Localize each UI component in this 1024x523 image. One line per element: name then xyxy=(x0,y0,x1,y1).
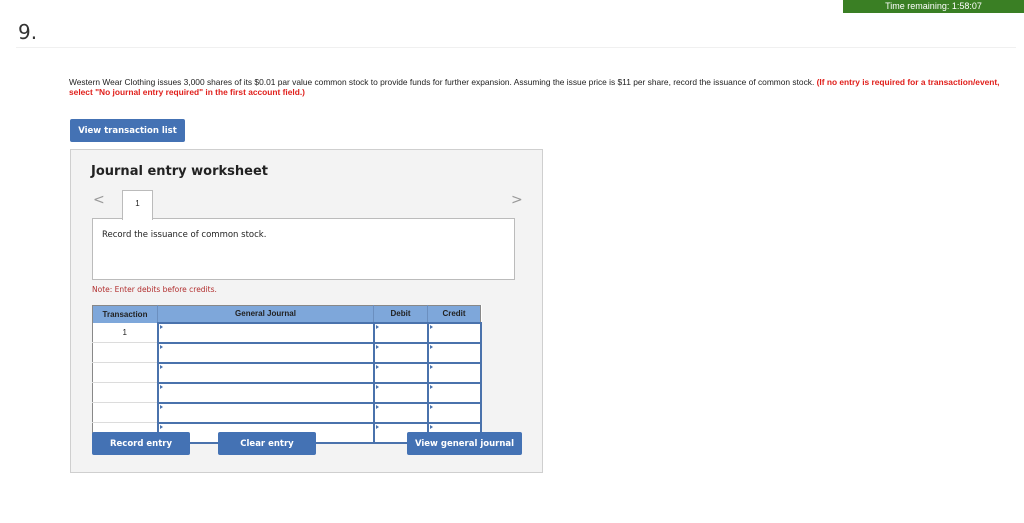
clear-entry-button[interactable]: Clear entry xyxy=(218,432,316,455)
debit-credit-note: Note: Enter debits before credits. xyxy=(92,285,217,294)
credit-field[interactable] xyxy=(426,361,482,384)
journal-entry-worksheet: Journal entry worksheet < > 1 Record the… xyxy=(70,149,543,473)
credit-input[interactable] xyxy=(428,384,480,403)
transaction-description: Record the issuance of common stock. xyxy=(102,230,267,240)
debit-field[interactable] xyxy=(372,401,429,424)
dropdown-marker-icon xyxy=(375,404,379,409)
credit-input[interactable] xyxy=(428,344,480,363)
table-row xyxy=(92,341,482,364)
transaction-cell xyxy=(92,342,158,363)
debit-field[interactable] xyxy=(372,381,429,404)
debit-field[interactable] xyxy=(372,361,429,384)
transaction-cell: 1 xyxy=(92,322,158,343)
debit-input[interactable] xyxy=(374,344,427,363)
credit-input[interactable] xyxy=(428,364,480,383)
time-remaining-badge: Time remaining: 1:58:07 xyxy=(843,0,1024,13)
dropdown-marker-icon xyxy=(429,424,433,429)
header-credit: Credit xyxy=(427,305,481,323)
credit-input[interactable] xyxy=(428,324,480,343)
credit-field[interactable] xyxy=(426,401,482,424)
table-row xyxy=(92,381,482,404)
dropdown-marker-icon xyxy=(159,364,163,369)
transaction-description-box: Record the issuance of common stock. xyxy=(92,218,515,280)
dropdown-marker-icon xyxy=(429,324,433,329)
table-row: 1 xyxy=(92,321,482,344)
prompt-text: Western Wear Clothing issues 3,000 share… xyxy=(69,77,817,87)
divider xyxy=(16,47,1016,48)
credit-field[interactable] xyxy=(426,381,482,404)
view-transaction-list-button[interactable]: View transaction list xyxy=(70,119,185,142)
dropdown-marker-icon xyxy=(375,324,379,329)
debit-input[interactable] xyxy=(374,384,427,403)
chevron-left-icon[interactable]: < xyxy=(93,192,105,208)
dropdown-marker-icon xyxy=(375,364,379,369)
dropdown-marker-icon xyxy=(159,384,163,389)
account-input[interactable] xyxy=(158,384,373,403)
table-row xyxy=(92,361,482,384)
account-field[interactable] xyxy=(156,341,375,364)
chevron-right-icon[interactable]: > xyxy=(511,192,523,208)
debit-input[interactable] xyxy=(374,364,427,383)
dropdown-marker-icon xyxy=(429,344,433,349)
debit-input[interactable] xyxy=(374,324,427,343)
dropdown-marker-icon xyxy=(159,344,163,349)
table-row xyxy=(92,401,482,424)
debit-field[interactable] xyxy=(372,341,429,364)
transaction-cell xyxy=(92,382,158,403)
account-field[interactable] xyxy=(156,321,375,344)
dropdown-marker-icon xyxy=(375,384,379,389)
dropdown-marker-icon xyxy=(159,404,163,409)
dropdown-marker-icon xyxy=(429,384,433,389)
worksheet-title: Journal entry worksheet xyxy=(91,164,268,179)
dropdown-marker-icon xyxy=(429,364,433,369)
header-debit: Debit xyxy=(373,305,428,323)
account-input[interactable] xyxy=(158,324,373,343)
tab-transaction-1[interactable]: 1 xyxy=(122,190,153,220)
header-transaction: Transaction xyxy=(92,305,158,323)
dropdown-marker-icon xyxy=(375,424,379,429)
dropdown-marker-icon xyxy=(429,404,433,409)
journal-table: Transaction General Journal Debit Credit… xyxy=(92,305,482,444)
account-field[interactable] xyxy=(156,401,375,424)
credit-field[interactable] xyxy=(426,341,482,364)
header-general-journal: General Journal xyxy=(157,305,374,323)
dropdown-marker-icon xyxy=(159,324,163,329)
dropdown-marker-icon xyxy=(159,424,163,429)
question-number: 9. xyxy=(18,20,38,44)
account-input[interactable] xyxy=(158,404,373,423)
credit-field[interactable] xyxy=(426,321,482,344)
transaction-cell xyxy=(92,402,158,423)
account-field[interactable] xyxy=(156,361,375,384)
table-header-row: Transaction General Journal Debit Credit xyxy=(92,305,481,323)
account-field[interactable] xyxy=(156,381,375,404)
dropdown-marker-icon xyxy=(375,344,379,349)
record-entry-button[interactable]: Record entry xyxy=(92,432,190,455)
account-input[interactable] xyxy=(158,344,373,363)
transaction-cell xyxy=(92,362,158,383)
debit-field[interactable] xyxy=(372,321,429,344)
account-input[interactable] xyxy=(158,364,373,383)
credit-input[interactable] xyxy=(428,404,480,423)
debit-input[interactable] xyxy=(374,404,427,423)
question-prompt: Western Wear Clothing issues 3,000 share… xyxy=(69,77,1019,97)
view-general-journal-button[interactable]: View general journal xyxy=(407,432,522,455)
